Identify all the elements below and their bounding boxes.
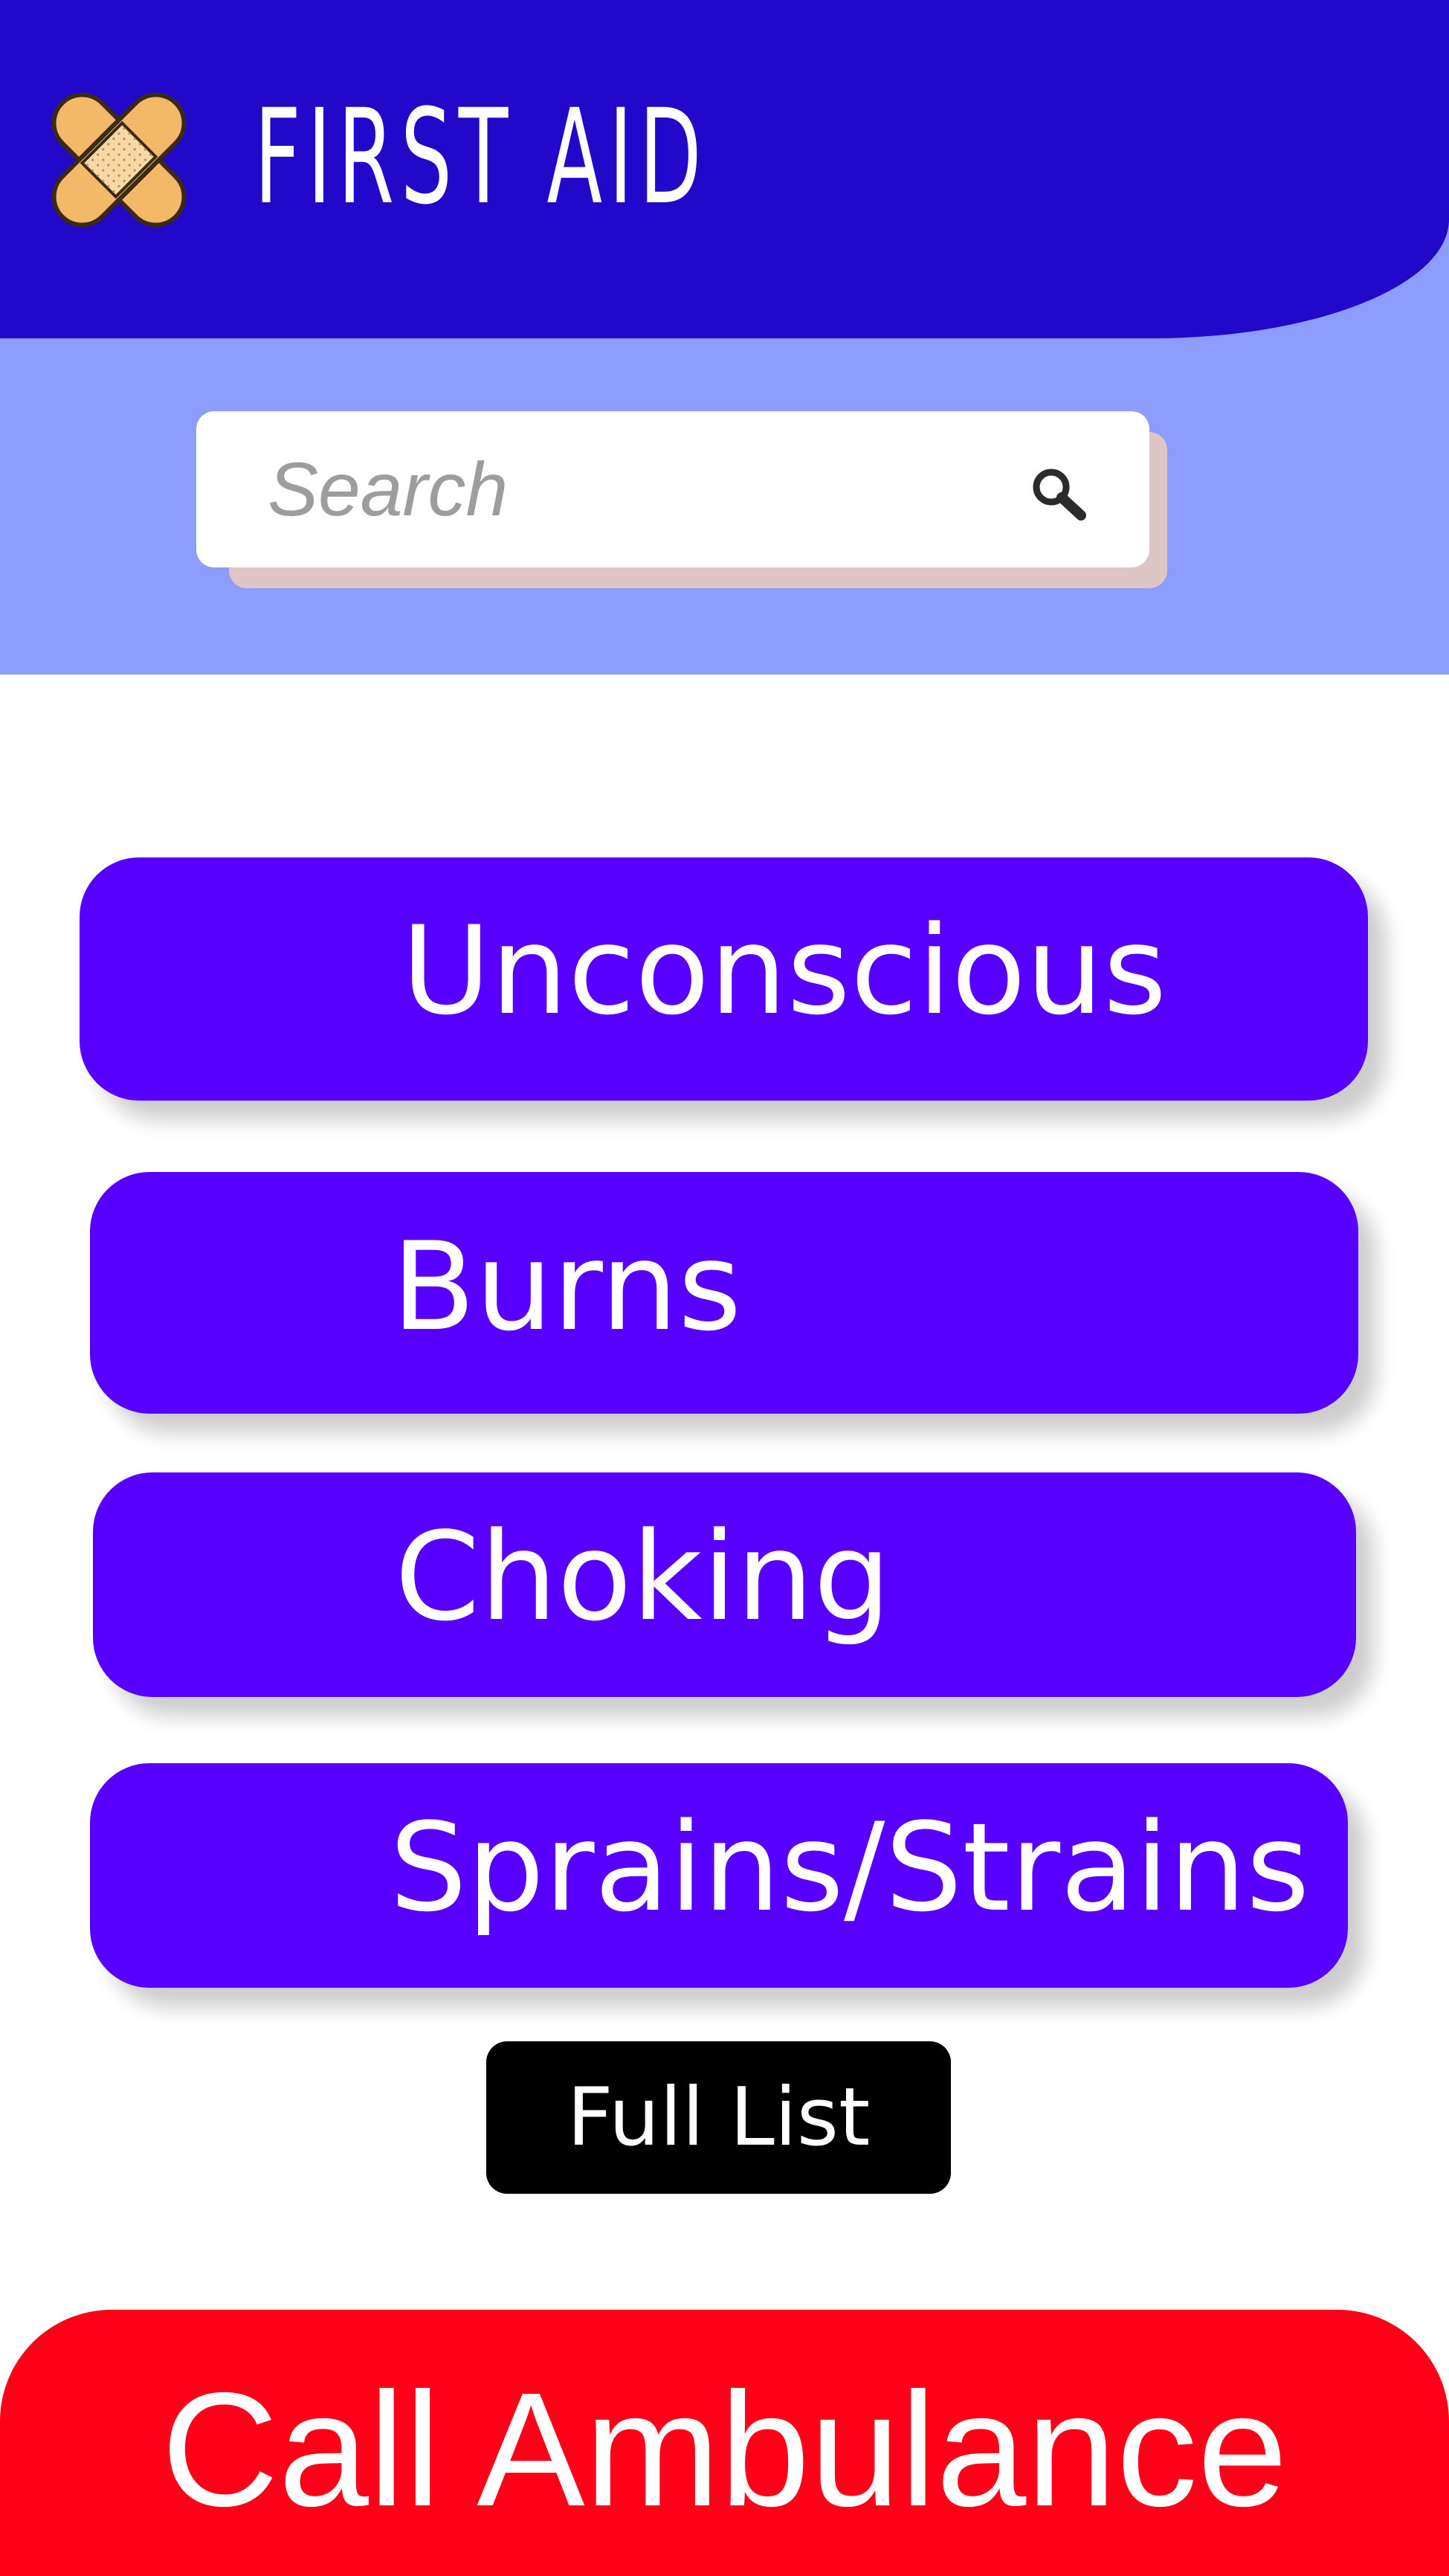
app-header: FIRST AID: [0, 0, 1449, 338]
topic-label: Burns: [392, 1216, 742, 1358]
topic-button-burns[interactable]: Burns: [90, 1172, 1358, 1414]
full-list-button[interactable]: Full List: [486, 2041, 951, 2194]
call-ambulance-label: Call Ambulance: [161, 2360, 1288, 2540]
search-box: [196, 411, 1149, 567]
topic-button-choking[interactable]: Choking: [93, 1472, 1356, 1697]
app-title: FIRST AID: [254, 81, 709, 234]
topic-button-sprains-strains[interactable]: Sprains/Strains: [90, 1763, 1348, 1988]
topic-button-unconscious[interactable]: Unconscious: [80, 857, 1368, 1101]
topic-label: Sprains/Strains: [390, 1797, 1310, 1939]
search-icon[interactable]: [1027, 463, 1090, 526]
topic-label: Unconscious: [401, 900, 1167, 1042]
call-ambulance-button[interactable]: Call Ambulance: [0, 2310, 1449, 2576]
topic-label: Choking: [395, 1506, 891, 1648]
full-list-label: Full List: [567, 2071, 871, 2164]
search-input[interactable]: [268, 441, 937, 538]
bandage-logo: [51, 92, 187, 228]
